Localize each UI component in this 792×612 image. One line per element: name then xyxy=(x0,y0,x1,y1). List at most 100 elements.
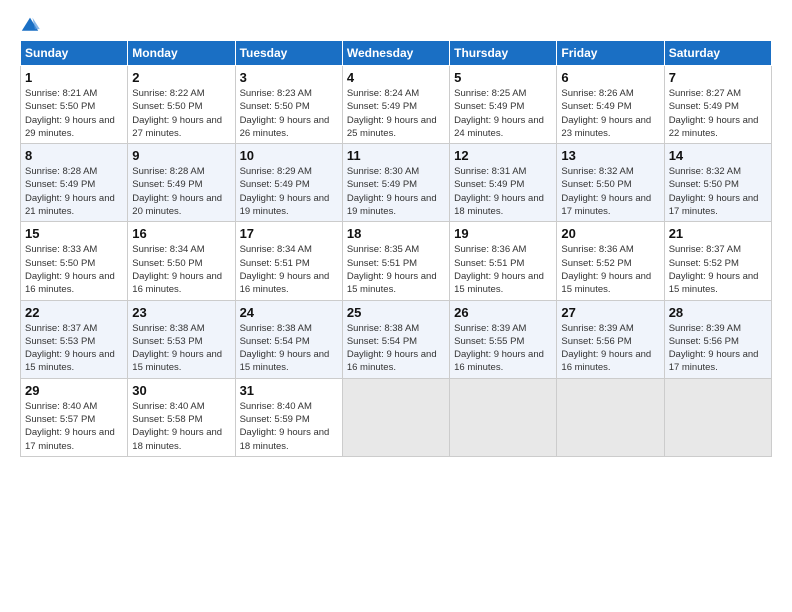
calendar-cell: 30Sunrise: 8:40 AMSunset: 5:58 PMDayligh… xyxy=(128,378,235,456)
day-info: Sunrise: 8:30 AM xyxy=(347,165,445,178)
day-info: Daylight: 9 hours and 25 minutes. xyxy=(347,114,445,141)
day-info: Sunrise: 8:39 AM xyxy=(669,322,767,335)
calendar-cell: 1Sunrise: 8:21 AMSunset: 5:50 PMDaylight… xyxy=(21,66,128,144)
week-row-5: 22Sunrise: 8:37 AMSunset: 5:53 PMDayligh… xyxy=(21,300,772,378)
day-info: Sunrise: 8:27 AM xyxy=(669,87,767,100)
day-info: Sunset: 5:50 PM xyxy=(132,100,230,113)
day-info: Daylight: 9 hours and 16 minutes. xyxy=(240,270,338,297)
day-number: 28 xyxy=(669,305,767,320)
day-info: Daylight: 9 hours and 18 minutes. xyxy=(132,426,230,453)
day-info: Sunrise: 8:31 AM xyxy=(454,165,552,178)
day-info: Sunrise: 8:29 AM xyxy=(240,165,338,178)
header-cell-thursday: Thursday xyxy=(450,41,557,66)
calendar-cell xyxy=(450,378,557,456)
header xyxy=(20,16,772,34)
day-info: Sunset: 5:52 PM xyxy=(561,257,659,270)
calendar-cell: 5Sunrise: 8:25 AMSunset: 5:49 PMDaylight… xyxy=(450,66,557,144)
day-info: Daylight: 9 hours and 16 minutes. xyxy=(454,348,552,375)
calendar-cell: 29Sunrise: 8:40 AMSunset: 5:57 PMDayligh… xyxy=(21,378,128,456)
week-row-4: 15Sunrise: 8:33 AMSunset: 5:50 PMDayligh… xyxy=(21,222,772,300)
day-info: Sunset: 5:49 PM xyxy=(132,178,230,191)
day-number: 20 xyxy=(561,226,659,241)
calendar-cell: 7Sunrise: 8:27 AMSunset: 5:49 PMDaylight… xyxy=(664,66,771,144)
calendar-cell: 15Sunrise: 8:33 AMSunset: 5:50 PMDayligh… xyxy=(21,222,128,300)
calendar-cell: 24Sunrise: 8:38 AMSunset: 5:54 PMDayligh… xyxy=(235,300,342,378)
day-info: Sunrise: 8:37 AM xyxy=(669,243,767,256)
day-info: Sunrise: 8:40 AM xyxy=(132,400,230,413)
day-info: Daylight: 9 hours and 24 minutes. xyxy=(454,114,552,141)
logo-icon xyxy=(20,16,40,34)
day-number: 5 xyxy=(454,70,552,85)
day-info: Sunset: 5:49 PM xyxy=(347,178,445,191)
day-info: Sunrise: 8:28 AM xyxy=(132,165,230,178)
calendar-body: 1Sunrise: 8:21 AMSunset: 5:50 PMDaylight… xyxy=(21,66,772,457)
day-info: Sunset: 5:49 PM xyxy=(669,100,767,113)
day-info: Sunset: 5:50 PM xyxy=(561,178,659,191)
day-info: Daylight: 9 hours and 15 minutes. xyxy=(669,270,767,297)
day-number: 7 xyxy=(669,70,767,85)
day-number: 27 xyxy=(561,305,659,320)
header-cell-sunday: Sunday xyxy=(21,41,128,66)
calendar-cell: 8Sunrise: 8:28 AMSunset: 5:49 PMDaylight… xyxy=(21,144,128,222)
day-info: Sunset: 5:59 PM xyxy=(240,413,338,426)
week-row-3: 8Sunrise: 8:28 AMSunset: 5:49 PMDaylight… xyxy=(21,144,772,222)
calendar-cell xyxy=(557,378,664,456)
calendar-cell: 13Sunrise: 8:32 AMSunset: 5:50 PMDayligh… xyxy=(557,144,664,222)
day-number: 10 xyxy=(240,148,338,163)
day-info: Sunset: 5:51 PM xyxy=(454,257,552,270)
day-number: 2 xyxy=(132,70,230,85)
day-number: 4 xyxy=(347,70,445,85)
day-number: 12 xyxy=(454,148,552,163)
day-number: 16 xyxy=(132,226,230,241)
header-cell-monday: Monday xyxy=(128,41,235,66)
calendar-cell: 17Sunrise: 8:34 AMSunset: 5:51 PMDayligh… xyxy=(235,222,342,300)
day-info: Daylight: 9 hours and 23 minutes. xyxy=(561,114,659,141)
day-info: Sunset: 5:50 PM xyxy=(132,257,230,270)
day-info: Daylight: 9 hours and 16 minutes. xyxy=(25,270,123,297)
day-number: 3 xyxy=(240,70,338,85)
calendar-cell: 11Sunrise: 8:30 AMSunset: 5:49 PMDayligh… xyxy=(342,144,449,222)
day-info: Daylight: 9 hours and 15 minutes. xyxy=(132,348,230,375)
day-number: 22 xyxy=(25,305,123,320)
day-number: 26 xyxy=(454,305,552,320)
calendar-cell: 12Sunrise: 8:31 AMSunset: 5:49 PMDayligh… xyxy=(450,144,557,222)
day-info: Sunrise: 8:28 AM xyxy=(25,165,123,178)
day-number: 23 xyxy=(132,305,230,320)
day-info: Sunset: 5:51 PM xyxy=(240,257,338,270)
day-number: 21 xyxy=(669,226,767,241)
day-info: Sunset: 5:52 PM xyxy=(669,257,767,270)
calendar-cell: 9Sunrise: 8:28 AMSunset: 5:49 PMDaylight… xyxy=(128,144,235,222)
header-cell-saturday: Saturday xyxy=(664,41,771,66)
day-info: Sunset: 5:49 PM xyxy=(454,178,552,191)
day-info: Sunrise: 8:40 AM xyxy=(240,400,338,413)
day-info: Sunset: 5:50 PM xyxy=(25,257,123,270)
day-info: Sunset: 5:54 PM xyxy=(347,335,445,348)
day-number: 19 xyxy=(454,226,552,241)
day-info: Sunrise: 8:36 AM xyxy=(561,243,659,256)
day-info: Sunrise: 8:38 AM xyxy=(347,322,445,335)
calendar-cell: 27Sunrise: 8:39 AMSunset: 5:56 PMDayligh… xyxy=(557,300,664,378)
calendar-cell: 14Sunrise: 8:32 AMSunset: 5:50 PMDayligh… xyxy=(664,144,771,222)
day-info: Sunrise: 8:26 AM xyxy=(561,87,659,100)
calendar-cell: 22Sunrise: 8:37 AMSunset: 5:53 PMDayligh… xyxy=(21,300,128,378)
day-info: Daylight: 9 hours and 15 minutes. xyxy=(25,348,123,375)
day-info: Daylight: 9 hours and 21 minutes. xyxy=(25,192,123,219)
day-info: Daylight: 9 hours and 19 minutes. xyxy=(240,192,338,219)
day-number: 24 xyxy=(240,305,338,320)
day-info: Sunset: 5:56 PM xyxy=(669,335,767,348)
day-info: Sunrise: 8:36 AM xyxy=(454,243,552,256)
calendar-cell: 16Sunrise: 8:34 AMSunset: 5:50 PMDayligh… xyxy=(128,222,235,300)
day-info: Sunset: 5:49 PM xyxy=(454,100,552,113)
day-info: Sunrise: 8:32 AM xyxy=(669,165,767,178)
day-info: Sunrise: 8:35 AM xyxy=(347,243,445,256)
day-info: Daylight: 9 hours and 20 minutes. xyxy=(132,192,230,219)
day-info: Sunset: 5:54 PM xyxy=(240,335,338,348)
calendar-table: SundayMondayTuesdayWednesdayThursdayFrid… xyxy=(20,40,772,457)
day-info: Daylight: 9 hours and 16 minutes. xyxy=(132,270,230,297)
day-info: Daylight: 9 hours and 15 minutes. xyxy=(561,270,659,297)
day-info: Sunset: 5:50 PM xyxy=(669,178,767,191)
calendar-header: SundayMondayTuesdayWednesdayThursdayFrid… xyxy=(21,41,772,66)
day-info: Daylight: 9 hours and 19 minutes. xyxy=(347,192,445,219)
day-number: 13 xyxy=(561,148,659,163)
calendar-cell xyxy=(342,378,449,456)
